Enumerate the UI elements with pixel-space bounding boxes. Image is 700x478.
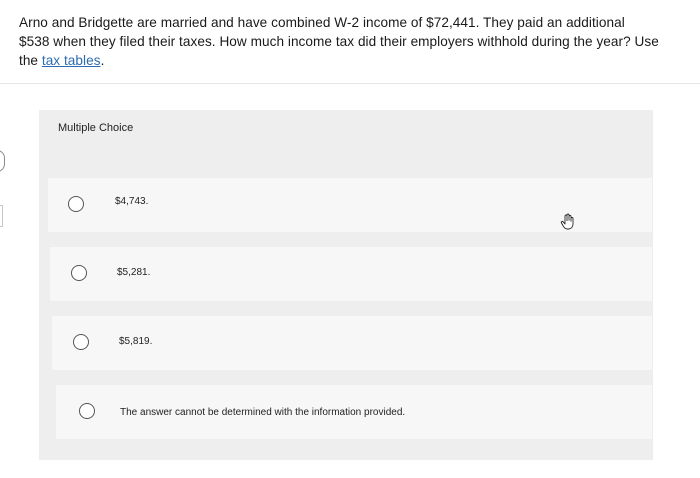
left-edge-tab [0, 205, 3, 227]
question-text-block: Arno and Bridgette are married and have … [19, 13, 659, 70]
answer-option-text: $5,819. [119, 336, 153, 347]
radio-unselected-icon[interactable] [68, 196, 84, 212]
radio-unselected-icon[interactable] [79, 403, 95, 419]
tax-tables-link[interactable]: tax tables [42, 53, 101, 68]
answer-option-b[interactable]: $5,281. [50, 247, 652, 301]
question-text-suffix: . [100, 53, 105, 68]
multiple-choice-label: Multiple Choice [58, 122, 134, 134]
divider [0, 83, 700, 84]
left-edge-handle [0, 150, 5, 172]
question-text: Arno and Bridgette are married and have … [19, 15, 659, 68]
radio-unselected-icon[interactable] [71, 265, 87, 281]
answer-option-text: The answer cannot be determined with the… [120, 407, 406, 418]
hand-pointer-icon [560, 213, 574, 230]
answer-option-d[interactable]: The answer cannot be determined with the… [56, 385, 652, 439]
answer-option-text: $4,743. [115, 196, 149, 207]
answer-option-c[interactable]: $5,819. [52, 316, 652, 370]
radio-unselected-icon[interactable] [73, 334, 89, 350]
answer-option-text: $5,281. [117, 267, 151, 278]
